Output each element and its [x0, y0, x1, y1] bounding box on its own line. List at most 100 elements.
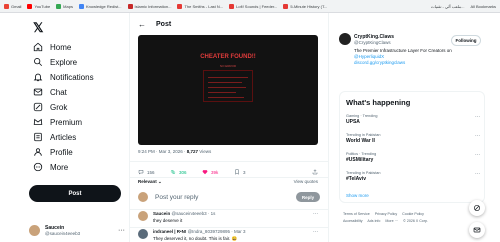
bookmark-item[interactable]: Islamic Information...	[127, 3, 171, 9]
reply-composer: Post your reply Reply	[138, 188, 320, 206]
reply-icon	[138, 170, 144, 175]
bookmark-item[interactable]: ملعب آلي - تقنيات...	[431, 4, 465, 9]
show-more-link[interactable]: Show more	[346, 193, 369, 198]
nav-item-notifications[interactable]: Notifications	[33, 70, 94, 84]
more-dots-icon[interactable]: ···	[313, 229, 318, 235]
bookmark-action[interactable]: 3	[234, 169, 266, 175]
grok-fab[interactable]	[469, 200, 485, 216]
avatar	[138, 192, 148, 202]
x-logo[interactable]: 𝕏	[33, 20, 43, 36]
home-icon	[33, 42, 43, 52]
divider	[130, 227, 329, 228]
reply-button[interactable]: Reply	[296, 192, 320, 202]
back-arrow-icon[interactable]: ←	[138, 20, 146, 29]
trend-item[interactable]: Gaming · Trending UPSA ···	[346, 114, 480, 125]
bookmarks-bar: Gmail YouTube Maps Knowledge Redist... I…	[0, 0, 500, 13]
reply-input[interactable]: Post your reply	[155, 194, 198, 201]
promo-bio: The Premier Infrastructure Layer For Cre…	[354, 48, 452, 65]
more-dots-icon[interactable]: ···	[313, 211, 318, 217]
divider	[130, 161, 329, 162]
messages-fab[interactable]	[469, 222, 485, 238]
more-dots-icon: ···	[118, 226, 125, 234]
all-bookmarks[interactable]: All Bookmarks	[470, 4, 496, 9]
left-nav: 𝕏 Home Explore Notifications Chat Grok P…	[27, 13, 127, 242]
youtube-icon	[27, 3, 33, 9]
right-sidebar: CryptKing.Claws @CryptKingClaws Followin…	[335, 13, 485, 242]
bookmark-item[interactable]: Maps	[56, 3, 73, 9]
avatar	[138, 211, 148, 221]
post-media[interactable]: CHEATER FOUND!! NO ERROR	[138, 35, 318, 145]
more-dots-icon[interactable]: ···	[475, 152, 480, 158]
share-icon	[312, 169, 318, 175]
like-action[interactable]: 39k	[202, 169, 234, 175]
following-button[interactable]: Following	[451, 35, 481, 46]
nav-item-chat[interactable]: Chat	[33, 85, 67, 99]
bookmark-favicon	[127, 3, 133, 9]
divider	[130, 209, 329, 210]
repost-action[interactable]: 306	[170, 169, 202, 175]
bookmark-favicon	[78, 3, 84, 9]
post-actions: 156 306 39k 3	[138, 167, 318, 177]
bookmark-item[interactable]: Knowledge Redist...	[78, 3, 122, 9]
nav-item-articles[interactable]: Articles	[33, 130, 76, 144]
more-dots-icon[interactable]: ···	[475, 114, 480, 120]
panel-title: What's happening	[346, 98, 411, 107]
bell-icon	[33, 73, 43, 82]
share-action[interactable]	[312, 169, 318, 175]
repost-icon	[170, 169, 176, 175]
avatar	[29, 224, 40, 236]
whats-happening-panel: What's happening Gaming · Trending UPSA …	[339, 91, 485, 203]
reply-tweet[interactable]: Saucein @saucein4eeeb3 · 1s they deserve…	[138, 211, 320, 223]
avatar[interactable]	[339, 33, 351, 45]
grok-icon	[33, 102, 43, 112]
maps-icon	[56, 3, 62, 9]
bookmark-favicon	[283, 3, 289, 9]
reply-tweet[interactable]: indraneel | R•N! @Indra_8039729895 · Mar…	[138, 229, 320, 242]
account-handle: @saucein4eeeb3	[45, 230, 81, 236]
nav-item-home[interactable]: Home	[33, 40, 71, 54]
chat-icon	[33, 88, 43, 96]
mail-icon	[473, 227, 481, 233]
search-icon	[34, 58, 43, 67]
nav-item-explore[interactable]: Explore	[33, 55, 77, 69]
media-headline: CHEATER FOUND!!	[200, 54, 256, 60]
bookmark-icon	[235, 169, 239, 175]
bookmark-item[interactable]: 5-Minute History (T...	[283, 3, 327, 9]
more-dots-icon[interactable]: ···	[475, 171, 480, 177]
trend-item[interactable]: Politics · Trending #USMilitary ···	[346, 152, 480, 163]
nav-item-grok[interactable]: Grok	[33, 100, 67, 114]
heart-icon	[202, 170, 208, 175]
media-line	[208, 82, 242, 84]
post-button[interactable]: Post	[29, 185, 121, 202]
view-quotes-link[interactable]: View quotes	[294, 179, 318, 184]
reply-action[interactable]: 156	[138, 169, 170, 175]
main-column: ← Post CHEATER FOUND!! NO ERROR 9:24 PM …	[129, 13, 329, 242]
bookmark-item[interactable]: The Smiths - Last N...	[177, 3, 223, 9]
nav-item-more[interactable]: More	[33, 160, 68, 174]
bookmark-item[interactable]: Lofi! Sounds | Feeder...	[229, 3, 277, 9]
nav-item-profile[interactable]: Profile	[33, 145, 73, 159]
footer-links: Terms of Service Privacy Policy Cookie P…	[343, 212, 428, 223]
bookmark-favicon	[229, 3, 235, 9]
media-subline: NO ERROR	[219, 64, 237, 68]
views-count: 8,727	[186, 149, 199, 154]
gmail-icon	[4, 3, 9, 9]
premium-icon	[33, 118, 43, 125]
divider	[130, 177, 329, 178]
promoted-account: CryptKing.Claws @CryptKingClaws Followin…	[339, 33, 485, 85]
media-panel	[203, 70, 253, 102]
account-switcher[interactable]: Saucein @saucein4eeeb3 ···	[29, 220, 125, 240]
more-icon	[33, 162, 43, 172]
media-line	[208, 97, 244, 99]
trend-item[interactable]: Trending in Pakistan World War II ···	[346, 133, 480, 144]
bookmark-item[interactable]: Gmail	[4, 3, 21, 9]
sort-dropdown[interactable]: Relevant ⌄	[138, 179, 162, 185]
promo-handle: @CryptKingClaws	[354, 40, 391, 45]
trend-item[interactable]: Trending in Pakistan #TelAviv ···	[346, 171, 480, 182]
media-line	[208, 87, 246, 89]
more-dots-icon[interactable]: ···	[475, 133, 480, 139]
nav-item-premium[interactable]: Premium	[33, 115, 82, 129]
bookmark-item[interactable]: YouTube	[27, 3, 50, 9]
avatar	[138, 229, 148, 239]
post-header: ← Post	[130, 13, 329, 35]
